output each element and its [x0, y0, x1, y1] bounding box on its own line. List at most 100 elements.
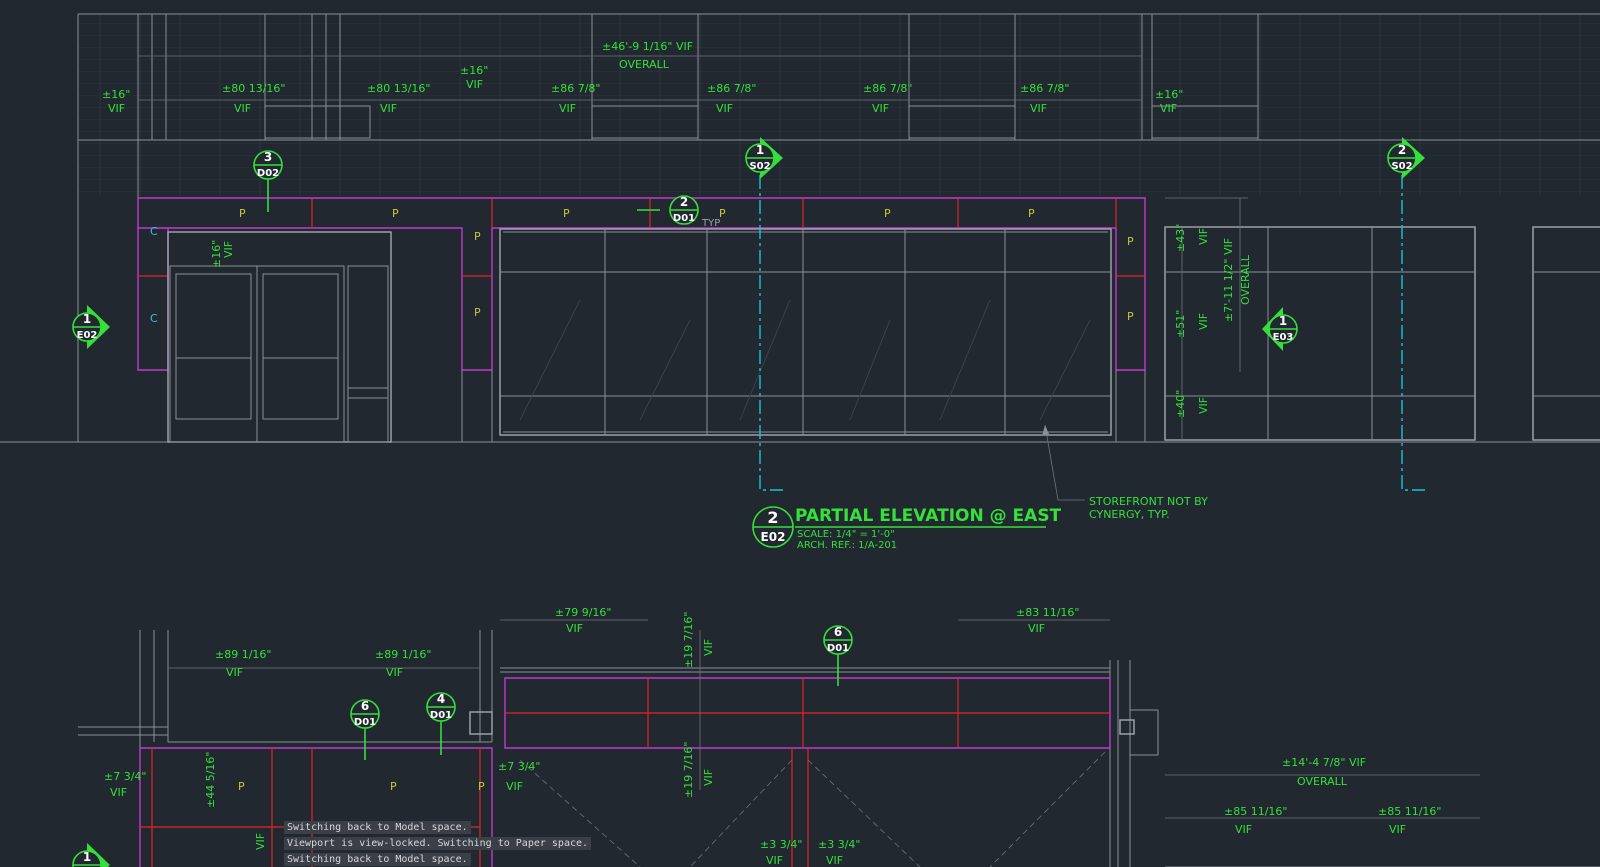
svg-text:D01: D01: [354, 717, 376, 728]
svg-text:VIF: VIF: [1389, 823, 1406, 836]
svg-text:P: P: [474, 230, 481, 243]
svg-text:OVERALL: OVERALL: [619, 58, 670, 71]
svg-text:±3 3/4": ±3 3/4": [760, 838, 802, 851]
svg-text:P: P: [1127, 310, 1134, 323]
svg-text:±85 11/16": ±85 11/16": [1224, 805, 1287, 818]
svg-text:VIF: VIF: [506, 780, 523, 793]
svg-text:P: P: [392, 207, 399, 220]
svg-text:P: P: [474, 306, 481, 319]
svg-text:±44 5/16": ±44 5/16": [204, 752, 217, 808]
svg-text:VIF: VIF: [702, 769, 715, 786]
svg-text:±16": ±16": [102, 88, 130, 101]
svg-text:2: 2: [1398, 143, 1406, 157]
svg-text:SCALE: 1/4" = 1'-0": SCALE: 1/4" = 1'-0": [797, 529, 895, 540]
svg-text:±80 13/16": ±80 13/16": [367, 82, 430, 95]
svg-text:VIF: VIF: [1197, 228, 1210, 245]
callout-6-d01-left[interactable]: 6 D01: [350, 699, 380, 760]
callout-1-e02[interactable]: 1 E02: [72, 305, 110, 349]
svg-text:PARTIAL ELEVATION @ EAST: PARTIAL ELEVATION @ EAST: [795, 506, 1062, 526]
svg-text:2: 2: [767, 508, 778, 527]
svg-text:VIF: VIF: [222, 241, 235, 258]
svg-text:±85 11/16": ±85 11/16": [1378, 805, 1441, 818]
svg-text:±16": ±16": [460, 64, 488, 77]
storefront-note: STOREFRONT NOT BY CYNERGY, TYP.: [1089, 495, 1208, 521]
svg-text:3: 3: [264, 150, 272, 164]
svg-text:±19 7/16": ±19 7/16": [682, 612, 695, 668]
callout-1-e03[interactable]: 1 E03: [1262, 307, 1298, 351]
svg-text:2: 2: [680, 195, 688, 209]
callout-6-d01-right[interactable]: 6 D01: [823, 625, 853, 686]
callout-4-d01[interactable]: 4 D01: [426, 692, 456, 755]
svg-text:C: C: [150, 312, 158, 325]
svg-text:±79 9/16": ±79 9/16": [555, 606, 611, 619]
svg-text:D02: D02: [257, 168, 279, 179]
svg-text:VIF: VIF: [226, 666, 243, 679]
svg-text:CYNERGY, TYP.: CYNERGY, TYP.: [1089, 508, 1170, 521]
svg-text:±86 7/8": ±86 7/8": [551, 82, 600, 95]
svg-text:S02: S02: [749, 161, 770, 172]
svg-text:±16": ±16": [1155, 88, 1183, 101]
svg-text:P: P: [478, 780, 485, 793]
svg-text:±80 13/16": ±80 13/16": [222, 82, 285, 95]
command-history-line-3: Switching back to Model space.: [284, 853, 471, 866]
elevation-title[interactable]: 2 E02 PARTIAL ELEVATION @ EAST SCALE: 1/…: [752, 506, 1062, 551]
svg-text:4: 4: [437, 692, 445, 706]
svg-text:6: 6: [834, 625, 842, 639]
svg-text:VIF: VIF: [466, 78, 483, 91]
svg-text:P: P: [390, 780, 397, 793]
svg-text:±83 11/16": ±83 11/16": [1016, 606, 1079, 619]
command-history-line-2: Viewport is view-locked. Switching to Pa…: [284, 837, 592, 850]
svg-text:±86 7/8": ±86 7/8": [1020, 82, 1069, 95]
svg-text:VIF: VIF: [766, 854, 783, 867]
callout-1-lower[interactable]: 1: [72, 843, 110, 867]
svg-text:±14'-4 7/8" VIF: ±14'-4 7/8" VIF: [1282, 756, 1366, 769]
svg-text:OVERALL: OVERALL: [1239, 254, 1252, 305]
svg-text:VIF: VIF: [872, 102, 889, 115]
svg-text:ARCH. REF.: 1/A-201: ARCH. REF.: 1/A-201: [797, 540, 897, 551]
svg-text:VIF: VIF: [254, 833, 267, 850]
svg-text:1: 1: [1279, 314, 1287, 328]
svg-text:VIF: VIF: [702, 639, 715, 656]
svg-text:VIF: VIF: [1235, 823, 1252, 836]
command-history-line-1: Switching back to Model space.: [284, 821, 471, 834]
svg-text:±43": ±43": [1174, 224, 1187, 252]
svg-text:±89 1/16": ±89 1/16": [375, 648, 431, 661]
svg-text:STOREFRONT NOT BY: STOREFRONT NOT BY: [1089, 495, 1208, 508]
svg-text:P: P: [238, 780, 245, 793]
svg-text:±46'-9 1/16" VIF: ±46'-9 1/16" VIF: [602, 40, 693, 53]
svg-text:VIF: VIF: [386, 666, 403, 679]
svg-text:TYP: TYP: [701, 218, 720, 229]
svg-text:±7 3/4": ±7 3/4": [498, 760, 540, 773]
svg-text:VIF: VIF: [1160, 102, 1177, 115]
svg-text:VIF: VIF: [716, 102, 733, 115]
svg-text:VIF: VIF: [1030, 102, 1047, 115]
svg-text:±3 3/4": ±3 3/4": [818, 838, 860, 851]
svg-text:6: 6: [361, 699, 369, 713]
svg-text:VIF: VIF: [559, 102, 576, 115]
svg-text:±40": ±40": [1174, 390, 1187, 418]
svg-text:VIF: VIF: [110, 786, 127, 799]
svg-text:1: 1: [83, 312, 91, 326]
svg-text:±51": ±51": [1174, 310, 1187, 338]
cad-drawing-canvas[interactable]: P P P P P P P P P P C C ±46'-9 1/16" VIF…: [0, 0, 1600, 867]
vertical-dimensions: ±16" VIF ±43" VIF ±51" VIF ±40" VIF ±7'-…: [210, 224, 1252, 418]
svg-text:±86 7/8": ±86 7/8": [707, 82, 756, 95]
svg-text:VIF: VIF: [1197, 397, 1210, 414]
svg-text:OVERALL: OVERALL: [1297, 775, 1348, 788]
callout-2-d01[interactable]: 2 D01: [637, 195, 699, 225]
svg-text:±89 1/16": ±89 1/16": [215, 648, 271, 661]
svg-text:±7 3/4": ±7 3/4": [104, 770, 146, 783]
svg-text:P: P: [1028, 207, 1035, 220]
svg-text:VIF: VIF: [1028, 622, 1045, 635]
svg-text:VIF: VIF: [234, 102, 251, 115]
svg-text:D01: D01: [673, 213, 695, 224]
svg-text:S02: S02: [1391, 161, 1412, 172]
svg-text:VIF: VIF: [566, 622, 583, 635]
svg-text:VIF: VIF: [380, 102, 397, 115]
svg-text:D01: D01: [827, 643, 849, 654]
svg-text:E03: E03: [1273, 332, 1294, 343]
svg-text:±86 7/8": ±86 7/8": [863, 82, 912, 95]
svg-text:±19 7/16": ±19 7/16": [682, 742, 695, 798]
svg-text:1: 1: [83, 850, 91, 864]
svg-text:D01: D01: [430, 710, 452, 721]
